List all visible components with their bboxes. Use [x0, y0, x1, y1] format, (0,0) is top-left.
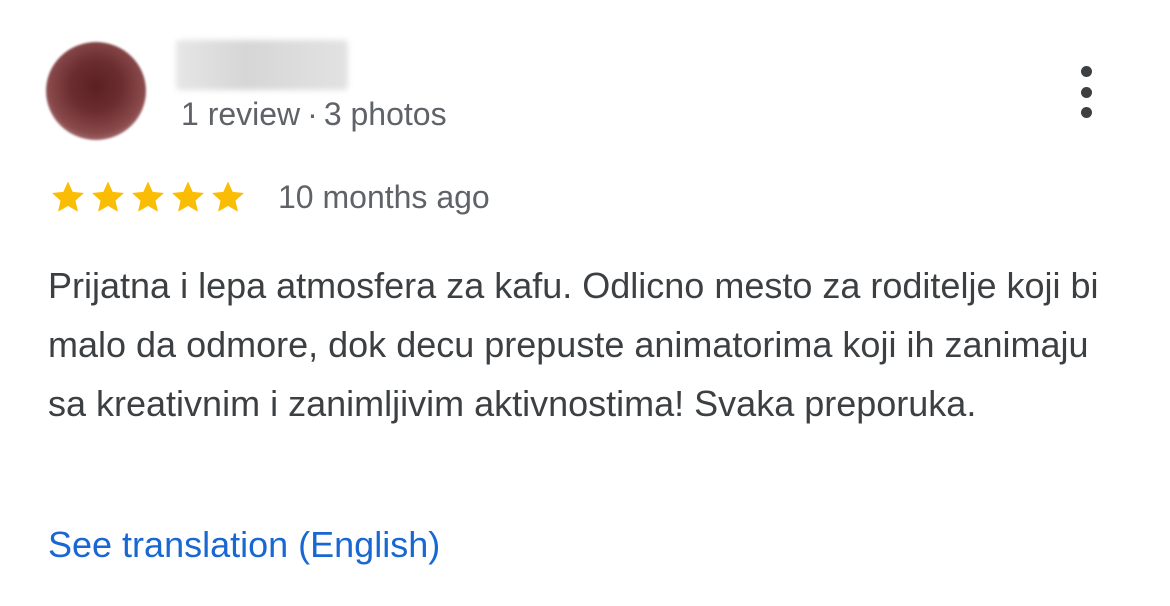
more-vert-icon — [1080, 86, 1092, 98]
meta-separator: · — [307, 96, 318, 132]
star-icon — [132, 181, 164, 212]
more-vert-icon — [1080, 66, 1092, 77]
more-vert-icon — [1080, 107, 1092, 118]
reviewer-photo-count: 3 photos — [323, 96, 447, 132]
star-icon — [212, 181, 244, 212]
review-text: Prijatna i lepa atmosfera za kafu. Odlic… — [48, 265, 1099, 424]
star-icon — [172, 181, 204, 212]
see-translation-link[interactable]: See translation (English) — [48, 524, 440, 566]
star-rating — [48, 178, 248, 216]
reviewer-meta: 1 review · 3 photos — [181, 96, 447, 133]
star-icon — [52, 181, 84, 212]
star-icon — [92, 181, 124, 212]
avatar[interactable] — [46, 42, 146, 140]
reviewer-review-count: 1 review — [181, 96, 301, 132]
review-card: 1 review · 3 photos 10 months ago Prijatna… — [0, 0, 1170, 606]
reviewer-name-redacted[interactable] — [176, 40, 348, 90]
rating-row: 10 months ago — [48, 174, 490, 220]
review-date: 10 months ago — [278, 178, 490, 215]
more-options-button[interactable] — [1066, 62, 1106, 122]
